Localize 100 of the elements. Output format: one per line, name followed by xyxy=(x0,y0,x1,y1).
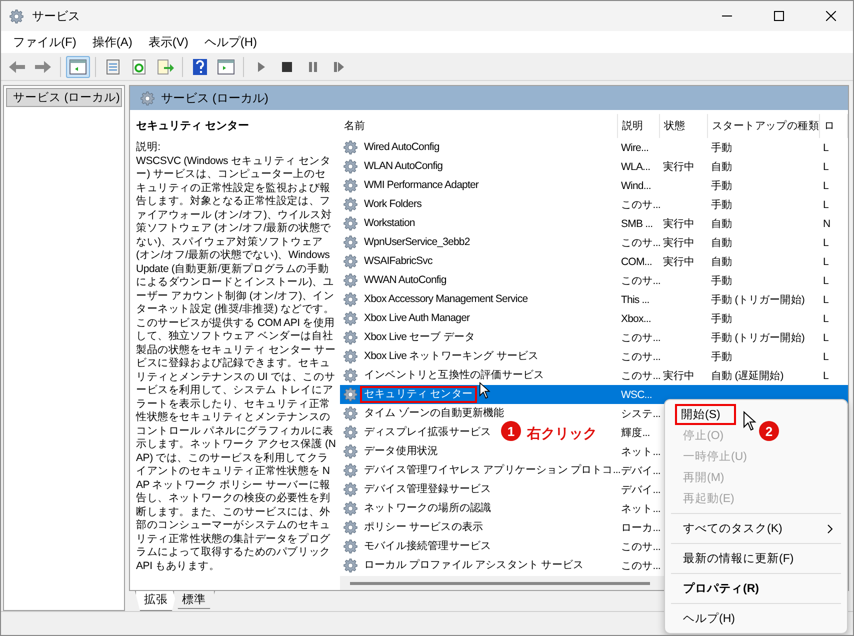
description-label: 説明: xyxy=(136,141,162,154)
gear-icon xyxy=(343,140,358,155)
service-name: Xbox Live ネットワーキング サービス xyxy=(363,349,540,364)
pointer-icon xyxy=(478,382,492,399)
table-cell-text: このサ... xyxy=(620,350,660,364)
service-name: インベントリと互換性の評価サービス xyxy=(363,368,546,383)
pointer-icon xyxy=(743,411,757,431)
service-name: ローカル プロファイル アシスタント サービス xyxy=(363,558,585,573)
window-title: サービス xyxy=(32,8,81,24)
table-cell-text: L xyxy=(822,350,830,364)
table-cell-text: WSC... xyxy=(620,388,653,402)
table-cell-text: このサ... xyxy=(620,198,660,212)
menu-item[interactable]: 操作(A) xyxy=(86,32,138,52)
gear-icon xyxy=(343,463,358,478)
table-cell-text: L xyxy=(822,160,830,174)
table-cell-text: 実行中 xyxy=(662,254,696,270)
column-header[interactable]: 説明 xyxy=(618,114,660,138)
table-cell-text: L xyxy=(822,330,830,346)
service-name: Workstation xyxy=(363,216,416,231)
column-header[interactable]: 名前 xyxy=(340,114,618,138)
table-cell-text: 自動 (遅延開始) xyxy=(710,368,784,384)
table-cell-text: デバイ... xyxy=(620,482,660,498)
service-title: セキュリティ センター xyxy=(136,119,250,133)
column-header[interactable]: ロ xyxy=(820,114,848,138)
service-name: WLAN AutoConfig xyxy=(363,159,444,174)
service-name: セキュリティ センター xyxy=(360,386,477,403)
gear-icon xyxy=(343,254,358,269)
menu-item[interactable]: ファイル(F) xyxy=(7,32,82,52)
menu-item[interactable]: すべてのタスク(K) xyxy=(669,518,843,539)
service-name: Work Folders xyxy=(363,197,422,212)
service-name: Xbox Accessory Management Service xyxy=(363,292,529,307)
close-icon[interactable] xyxy=(826,11,836,21)
panel-title: サービス (ローカル) xyxy=(161,90,268,106)
table-cell-text: L xyxy=(822,312,830,326)
table-cell-text: このサ... xyxy=(620,368,660,384)
table-cell-text: Wire... xyxy=(620,140,650,156)
service-name: デバイス管理登録サービス xyxy=(363,482,492,497)
gear-icon xyxy=(343,539,358,554)
table-cell-text: このサ... xyxy=(620,540,660,554)
service-name: WWAN AutoConfig xyxy=(363,273,448,288)
service-name: Xbox Live セーブ データ xyxy=(363,330,476,345)
gear-icon xyxy=(343,330,358,345)
view-tab[interactable]: 標準 xyxy=(173,591,215,609)
table-cell-text: 手動 (トリガー開始) xyxy=(710,292,806,308)
table-cell-text: L xyxy=(822,274,830,288)
table-cell-text: 自動 xyxy=(710,160,734,174)
table-cell-text: L xyxy=(822,178,830,194)
service-name: WpnUserService_3ebb2 xyxy=(363,235,471,250)
table-cell-text: このサ... xyxy=(620,558,660,574)
gear-icon xyxy=(343,235,358,250)
description-text: WSCSVC (Windows セキュリティ センター) サービスは、コンピューター上のセキュリティの正常性設定を監視および報告します。対象となる正常性設定は、ファイアウォール (オン/オフ)、ウイルス対策ソフトウェア (オン/オフ/最新の状態でない)、スパイウェア対策ソフトウェア (オン/オフ/最新の状態でない)、Windows Update (自動更新/更新プログラムの手動によるダウンロードとインストール)、ユーザー アカウント制御 (オン/オフ)、インターネット設定 (推奨/非推奨) などです。このサービスが提供する COM API を使用して、独立ソフトウェア ベンダーは自社製品の状態をセキュリティ センター サービスに登録および記録できます。セキュリティとメンテナンスの UI では、このサービスを利用して、システム トレイにアラートを表示したり、セキュリティ正常性状態をセキュリティとメンテナンスのコントロール パネルにグラフィカルに表示します。ネットワーク アクセス保護 (NAP) では、このサービスを利用してクライアントのセキュリティ正常性状態を NAP ネットワーク ポリシー サーバーに報告し、ネットワークの検疫の必要性を判断します。また、このサービスには、外部のコンシューマーがシステムのセキュリティ正常性状態の集計データをプログラムによって取得するためのパブリック API もあります。 xyxy=(136,154,336,573)
table-cell-text: SMB ... xyxy=(620,216,654,232)
gear-icon xyxy=(343,292,358,307)
gear-icon xyxy=(140,90,155,106)
table-cell-text: L xyxy=(822,236,830,250)
table-cell-text: ネット... xyxy=(620,444,660,460)
gear-icon xyxy=(343,159,358,174)
table-cell-text: 手動 xyxy=(710,140,734,156)
service-name: WMI Performance Adapter xyxy=(363,178,480,193)
service-name: ネットワークの場所の認識 xyxy=(363,501,492,516)
table-cell-text: 実行中 xyxy=(662,236,696,250)
gear-icon xyxy=(343,349,358,364)
menu-item[interactable]: プロパティ(R) xyxy=(669,578,785,599)
service-name: タイム ゾーンの自動更新機能 xyxy=(363,406,506,421)
service-name: データ使用状況 xyxy=(363,444,440,459)
service-name: ポリシー サービスの表示 xyxy=(363,520,484,535)
table-cell-text: Wind... xyxy=(620,178,652,194)
annotation-label: 右クリック xyxy=(527,425,597,443)
table-cell-text: このサ... xyxy=(620,330,660,346)
table-cell-text: 輝度... xyxy=(620,426,651,440)
table-cell-text: ローカ... xyxy=(620,520,660,536)
gear-icon xyxy=(343,311,358,326)
column-header[interactable]: 状態 xyxy=(660,114,708,138)
table-cell-text: L xyxy=(822,140,830,156)
table-cell-text: 自動 xyxy=(710,236,734,250)
menu-item[interactable]: ヘルプ(H) xyxy=(669,608,761,629)
gear-icon xyxy=(343,216,358,231)
gear-icon xyxy=(343,368,358,383)
maximize-icon[interactable] xyxy=(774,11,784,21)
table-cell-text: Xbox... xyxy=(620,312,652,326)
selected-row-highlight[interactable]: セキュリティ センター WSC... xyxy=(340,385,848,404)
table-cell-text: システ... xyxy=(620,406,660,422)
column-header[interactable]: スタートアップの種類 xyxy=(708,114,820,138)
menu-item[interactable]: 最新の情報に更新(F) xyxy=(669,548,820,569)
table-cell-text: このサ... xyxy=(620,236,660,250)
service-name: Xbox Live Auth Manager xyxy=(363,311,471,326)
service-name: ディスプレイ拡張サービス xyxy=(363,425,492,440)
gear-icon xyxy=(343,444,358,459)
table-cell-text: このサ... xyxy=(620,274,660,288)
gear-icon xyxy=(343,387,358,402)
table-cell-text: L xyxy=(822,198,830,212)
menu-item[interactable]: ヘルプ(H) xyxy=(198,32,263,52)
tree-item[interactable]: サービス (ローカル) xyxy=(6,88,122,107)
table-cell-text: 自動 xyxy=(710,254,734,270)
panel-icon[interactable] xyxy=(66,56,90,78)
table-cell-text: 手動 xyxy=(710,178,734,194)
view-tab[interactable]: 拡張 xyxy=(135,591,177,611)
menu-item[interactable]: 表示(V) xyxy=(142,32,194,52)
service-name: デバイス管理ワイヤレス アプリケーション プロトコ... xyxy=(363,463,622,478)
gear-icon xyxy=(343,501,358,516)
